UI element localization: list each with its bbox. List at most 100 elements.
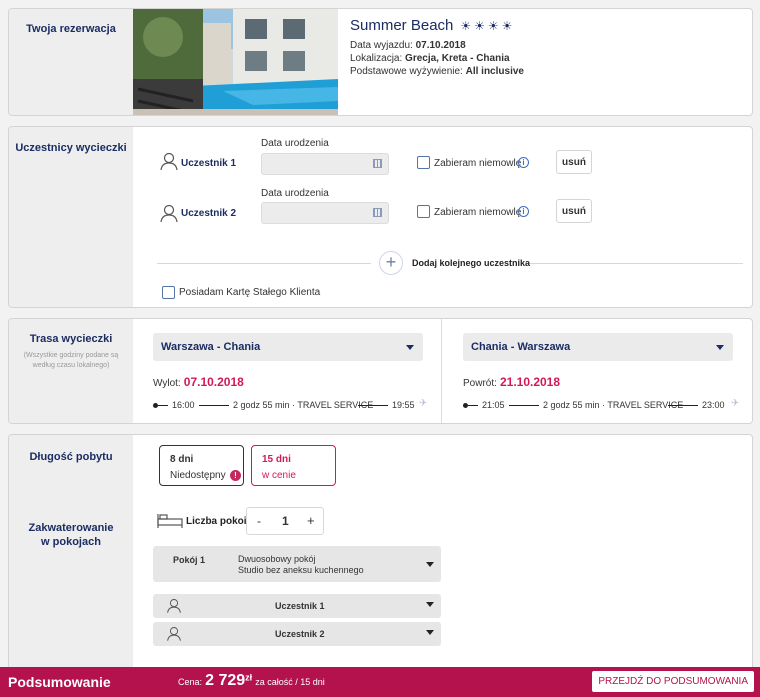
route-card: Trasa wycieczki (Wszystkie godziny podan…	[8, 318, 753, 424]
alert-icon: !	[230, 470, 241, 481]
reservation-card: Twoja rezerwacja Summer Beach ☀ ☀ ☀ ☀ Data …	[8, 8, 753, 116]
participants-card: Uczestnicy wycieczki Uczestnik 1 Data ur…	[8, 126, 753, 308]
stay-option-days: 8 dni	[170, 454, 194, 465]
stay-card: Długość pobytu Zakwaterowanie w pokojach…	[8, 434, 753, 697]
plane-icon: ✈	[419, 398, 428, 409]
rooms-stepper: - 1 +	[246, 507, 324, 535]
summary-title: Podsumowanie	[8, 674, 111, 690]
birthdate-label: Data urodzenia	[261, 138, 329, 149]
chevron-down-icon	[426, 630, 434, 635]
room-label: Pokój 1	[173, 555, 206, 565]
outbound-flight-info: 2 godz 55 min · TRAVEL SERVICE	[233, 400, 374, 410]
stay-side: Długość pobytu Zakwaterowanie w pokojach	[9, 435, 133, 697]
person-icon	[160, 152, 178, 171]
remove-participant-button[interactable]: usuń	[556, 199, 592, 223]
divider	[525, 263, 743, 264]
accommodation-side-title: Zakwaterowanie w pokojach	[28, 522, 114, 549]
hotel-rating: ☀ ☀ ☀ ☀	[457, 19, 512, 33]
chevron-down-icon	[716, 345, 724, 350]
info-icon[interactable]: i	[518, 157, 529, 168]
stay-option-15[interactable]: 15 dni w cenie	[251, 445, 336, 486]
loyalty-label: Posiadam Kartę Stałego Klienta	[179, 287, 321, 298]
price-prefix: Cena:	[178, 677, 203, 687]
outbound-route-select[interactable]: Warszawa - Chania	[153, 333, 423, 361]
birthdate-input[interactable]	[261, 153, 389, 175]
remove-participant-button[interactable]: usuń	[556, 150, 592, 174]
chevron-down-icon	[426, 562, 434, 567]
inbound-date: Powrót: 21.10.2018	[463, 375, 561, 389]
outbound-flight-line: 16:00 2 godz 55 min · TRAVEL SERVICE 19:…	[153, 398, 429, 412]
participants-side: Uczestnicy wycieczki	[9, 127, 133, 307]
rooms-label: Liczba pokoi	[186, 516, 247, 527]
bed-icon	[157, 514, 183, 528]
room-type-line2: Studio bez aneksu kuchennego	[238, 565, 364, 575]
location: Lokalizacja: Grecja, Kreta - Chania	[350, 53, 510, 64]
inbound-arr-time: 23:00	[702, 400, 725, 410]
participant-name: Uczestnik 1	[181, 158, 237, 169]
person-icon	[160, 204, 178, 223]
sun-icon: ☀	[474, 18, 485, 33]
sun-icon: ☀	[460, 18, 472, 33]
room-participant-select[interactable]: Uczestnik 1	[153, 594, 441, 618]
birthdate-input[interactable]	[261, 202, 389, 224]
loyalty-checkbox[interactable]	[162, 286, 175, 299]
stay-option-status: Niedostępny	[170, 470, 226, 481]
departure-date: Data wyjazdu: 07.10.2018	[350, 40, 466, 51]
sun-icon: ☀	[501, 18, 513, 33]
route-divider	[441, 319, 442, 423]
room-participant-name: Uczestnik 1	[275, 601, 325, 611]
info-icon[interactable]: i	[518, 206, 529, 217]
infant-checkbox[interactable]	[417, 205, 430, 218]
route-side: Trasa wycieczki (Wszystkie godziny podan…	[9, 319, 133, 423]
go-to-summary-button[interactable]: PRZEJDŹ DO PODSUMOWANIA	[592, 671, 754, 692]
hotel-info: Summer Beach ☀ ☀ ☀ ☀ Data wyjazdu: 07.10.20…	[350, 17, 524, 77]
add-participant-label[interactable]: Dodaj kolejnego uczestnika	[412, 258, 530, 268]
board-type: Podstawowe wyżywienie: All inclusive	[350, 66, 524, 77]
reservation-side-title: Twoja rezerwacja	[26, 23, 116, 35]
rooms-count: 1	[282, 514, 289, 528]
calendar-icon	[373, 159, 382, 168]
birthdate-label: Data urodzenia	[261, 188, 329, 199]
plus-icon: +	[385, 252, 397, 272]
room-type-select[interactable]: Pokój 1 Dwuosobowy pokój Studio bez anek…	[153, 546, 441, 582]
outbound-route-value: Warszawa - Chania	[161, 341, 261, 353]
person-icon	[167, 599, 181, 613]
stay-option-days: 15 dni	[262, 454, 291, 465]
infant-checkbox[interactable]	[417, 156, 430, 169]
person-icon	[167, 627, 181, 641]
rooms-decrement-button[interactable]: -	[257, 514, 261, 528]
chevron-down-icon	[426, 602, 434, 607]
route-side-note: (Wszystkie godziny podane są według czas…	[23, 352, 119, 369]
outbound-dep-time: 16:00	[172, 400, 195, 410]
plane-icon: ✈	[731, 398, 740, 409]
sun-icon: ☀	[487, 18, 499, 33]
reservation-side: Twoja rezerwacja	[9, 9, 133, 115]
room-type-line1: Dwuosobowy pokój	[238, 554, 316, 564]
hotel-photo	[133, 9, 338, 115]
price-currency: zł	[245, 672, 253, 683]
calendar-icon	[373, 208, 382, 217]
stay-option-status: w cenie	[262, 470, 296, 481]
participants-side-title: Uczestnicy wycieczki	[15, 142, 127, 154]
room-participant-name: Uczestnik 2	[275, 629, 325, 639]
summary-price: Cena: 2 729zł za całość / 15 dni	[178, 672, 325, 690]
add-participant-button[interactable]: +	[379, 251, 403, 275]
route-side-title: Trasa wycieczki	[29, 333, 113, 345]
outbound-date: Wylot: 07.10.2018	[153, 375, 244, 389]
infant-label: Zabieram niemowlę	[434, 158, 522, 169]
stay-option-8[interactable]: 8 dni Niedostępny !	[159, 445, 244, 486]
hotel-name: Summer Beach	[350, 17, 454, 34]
summary-bar: Podsumowanie Cena: 2 729zł za całość / 1…	[0, 667, 760, 697]
stay-side-title: Długość pobytu	[29, 451, 113, 463]
inbound-route-value: Chania - Warszawa	[471, 341, 571, 353]
inbound-route-select[interactable]: Chania - Warszawa	[463, 333, 733, 361]
participant-name: Uczestnik 2	[181, 208, 237, 219]
rooms-increment-button[interactable]: +	[307, 513, 315, 528]
room-participant-select[interactable]: Uczestnik 2	[153, 622, 441, 646]
outbound-arr-time: 19:55	[392, 400, 415, 410]
inbound-dep-time: 21:05	[482, 400, 505, 410]
infant-label: Zabieram niemowlę	[434, 207, 522, 218]
divider	[157, 263, 371, 264]
price-value: 2 729	[205, 672, 246, 689]
inbound-flight-info: 2 godz 55 min · TRAVEL SERVICE	[543, 400, 684, 410]
